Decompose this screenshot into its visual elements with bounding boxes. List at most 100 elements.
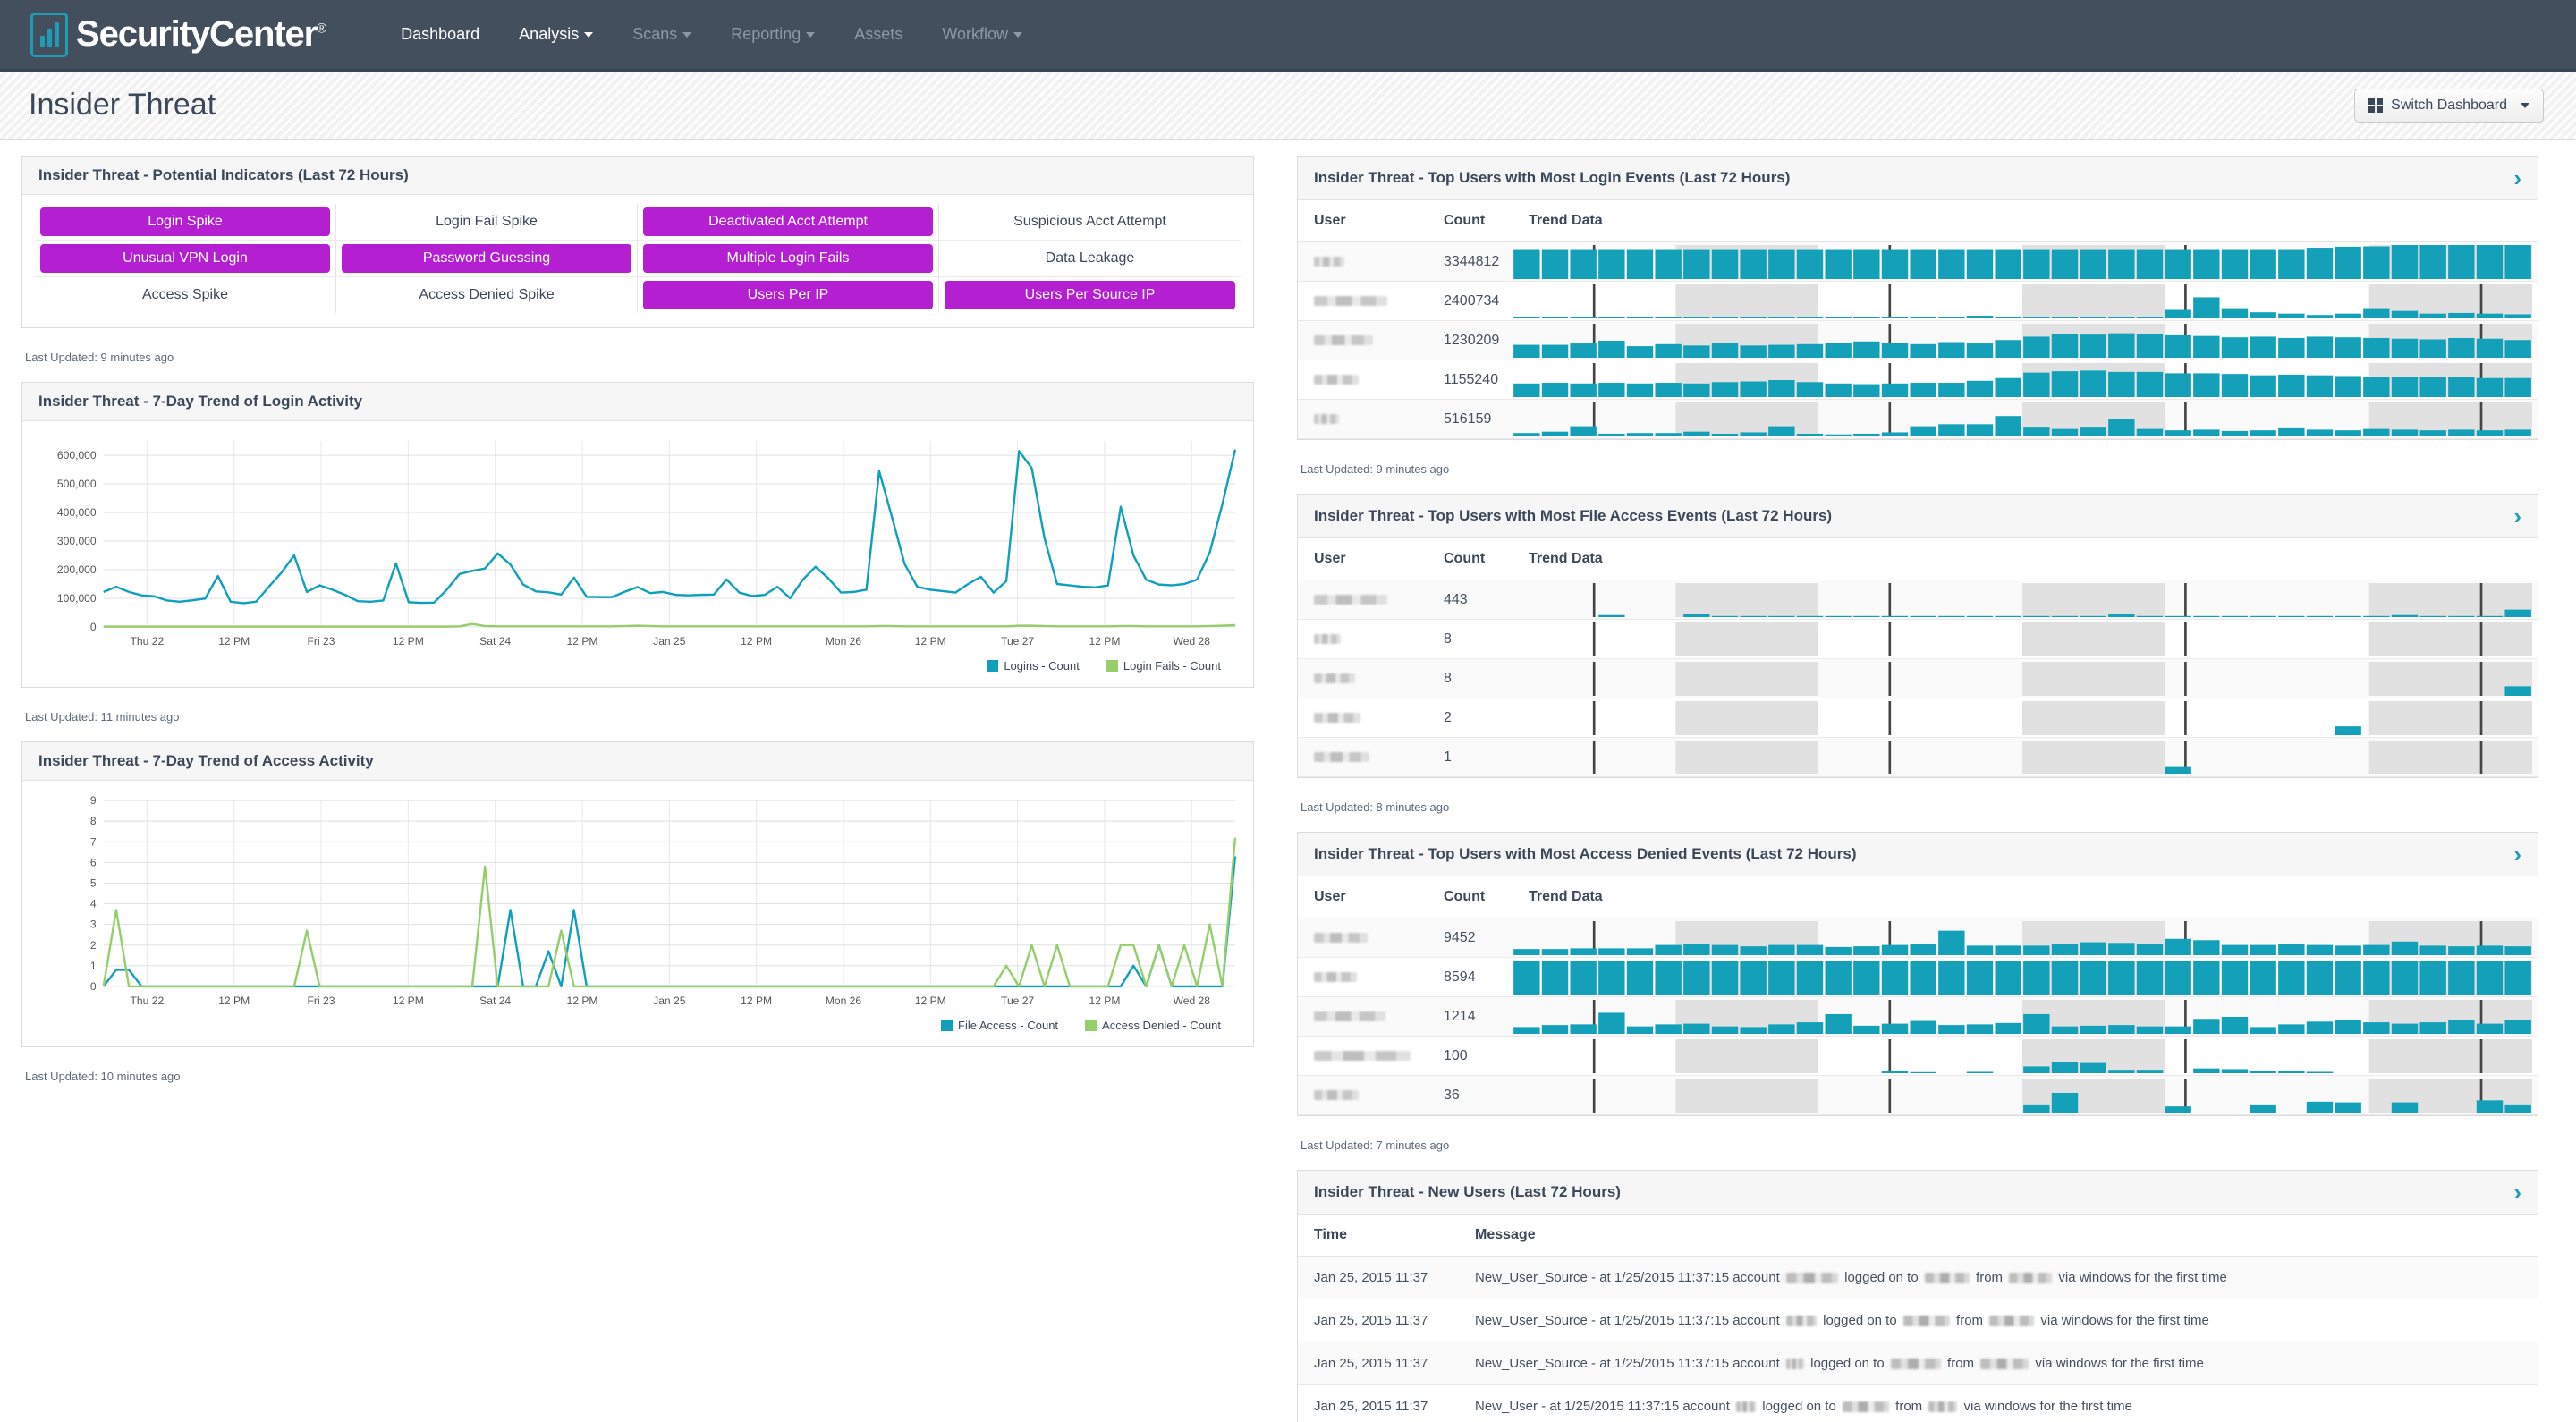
nav-item-scans[interactable]: Scans [613,18,711,51]
time-cell: Jan 25, 2015 11:37 [1298,1256,1459,1299]
svg-text:12 PM: 12 PM [741,635,772,648]
svg-text:8: 8 [90,815,97,827]
svg-text:12 PM: 12 PM [567,995,598,1007]
trend-cell [1513,1075,2538,1115]
top-denied-panel-wrap: Insider Threat - Top Users with Most Acc… [1297,832,2538,1164]
redacted-value [1989,1316,2035,1327]
nav-item-dashboard[interactable]: Dashboard [381,18,499,51]
indicator-login-fail-spike[interactable]: Login Fail Spike [342,207,631,236]
list-item[interactable]: Jan 25, 2015 11:37 New_User_Source - at 1… [1298,1342,2538,1385]
potential-indicators-panel: Insider Threat - Potential Indicators (L… [21,156,1254,328]
table-row[interactable]: 8 [1298,619,2538,659]
redacted-username [1314,1011,1385,1021]
indicator-suspicious-acct-attempt[interactable]: Suspicious Acct Attempt [945,207,1235,236]
indicator-unusual-vpn-login[interactable]: Unusual VPN Login [40,244,330,273]
right-column: Insider Threat - Top Users with Most Log… [1297,156,2538,1422]
nav-item-assets[interactable]: Assets [835,18,922,51]
indicator-cell: Access Spike [35,277,336,313]
table-row[interactable]: 1230209 [1298,320,2538,360]
login-trend-legend: Logins - Count Login Fails - Count [33,657,1242,681]
count-cell: 3344812 [1428,241,1513,282]
column-header-count: Count [1428,538,1513,580]
logo-tm: ® [317,21,326,37]
trend-sparkline [1592,700,2532,735]
switch-dashboard-button[interactable]: Switch Dashboard [2354,88,2544,123]
top-users-file-panel: Insider Threat - Top Users with Most Fil… [1297,494,2538,778]
table-row[interactable]: 2400734 [1298,281,2538,321]
table-row[interactable]: 8594 [1298,957,2538,997]
count-cell: 2 [1428,698,1513,738]
trend-cell [1513,957,2538,997]
chevron-right-icon[interactable]: › [2513,504,2521,528]
legend-label: Access Denied - Count [1102,1019,1221,1033]
list-item[interactable]: Jan 25, 2015 11:37 New_User - at 1/25/201… [1298,1384,2538,1422]
svg-text:200,000: 200,000 [57,563,97,576]
table-row[interactable]: 1 [1298,737,2538,777]
page-title: Insider Threat [29,88,216,122]
svg-text:300,000: 300,000 [57,535,97,547]
indicator-login-spike[interactable]: Login Spike [40,207,330,236]
table-row[interactable]: 1155240 [1298,360,2538,400]
svg-text:12 PM: 12 PM [1089,635,1120,648]
new-users-panel-wrap: Insider Threat - New Users (Last 72 Hour… [1297,1170,2538,1422]
indicator-access-spike[interactable]: Access Spike [40,281,330,309]
table-header-row: User Count Trend Data [1298,538,2538,580]
trend-cell [1513,580,2538,620]
trend-sparkline [1592,661,2532,696]
list-item[interactable]: Jan 25, 2015 11:37 New_User_Source - at 1… [1298,1256,2538,1299]
time-cell: Jan 25, 2015 11:37 [1298,1342,1459,1385]
indicator-password-guessing[interactable]: Password Guessing [342,244,631,273]
indicators-panel-wrap: Insider Threat - Potential Indicators (L… [21,156,1254,377]
access-trend-chart: 0 1 2 3 4 5 6 7 8 9 Thu 22 12 PM Fri 23 12 PM Sat 24 12… [22,781,1253,1046]
panel-header: Insider Threat - Top Users with Most Acc… [1298,833,2538,876]
table-row[interactable]: 8 [1298,658,2538,698]
svg-text:12 PM: 12 PM [741,995,772,1007]
table-row[interactable]: 2 [1298,698,2538,738]
count-cell: 1 [1428,737,1513,777]
chevron-right-icon[interactable]: › [2513,1181,2521,1204]
indicator-cell: Login Spike [35,204,336,241]
nav-item-reporting[interactable]: Reporting [711,18,835,51]
list-item[interactable]: Jan 25, 2015 11:37 New_User_Source - at 1… [1298,1299,2538,1342]
user-cell [1298,580,1428,620]
chevron-down-icon [1013,32,1022,38]
panel-header: Insider Threat - Top Users with Most Log… [1298,157,2538,200]
login-trend-last-updated: Last Updated: 11 minutes ago [25,710,180,724]
table-row[interactable]: 516159 [1298,399,2538,439]
table-row[interactable]: 443 [1298,580,2538,620]
nav-item-analysis[interactable]: Analysis [499,18,613,51]
panel-header: Insider Threat - New Users (Last 72 Hour… [1298,1171,2538,1215]
redacted-username [1314,932,1368,943]
indicator-data-leakage[interactable]: Data Leakage [945,244,1235,273]
redacted-username [1314,971,1357,982]
indicator-users-per-source-ip[interactable]: Users Per Source IP [945,281,1235,309]
redacted-value [1980,1359,2029,1370]
chevron-down-icon [584,32,594,38]
chevron-right-icon[interactable]: › [2513,166,2521,190]
nav-items: Dashboard Analysis Scans Reporting Asset… [381,18,1042,51]
nav-item-workflow[interactable]: Workflow [922,18,1042,51]
user-cell [1298,1075,1428,1115]
table-row[interactable]: 9452 [1298,918,2538,958]
table-row[interactable]: 3344812 [1298,241,2538,282]
table-row[interactable]: 36 [1298,1075,2538,1115]
redacted-username [1314,594,1387,605]
svg-text:12 PM: 12 PM [393,995,424,1007]
indicator-users-per-ip[interactable]: Users Per IP [643,281,933,309]
table-row[interactable]: 100 [1298,1036,2538,1076]
chevron-right-icon[interactable]: › [2513,842,2521,866]
redacted-username [1314,1050,1411,1061]
indicator-deactivated-acct-attempt[interactable]: Deactivated Acct Attempt [643,207,933,236]
table-row[interactable]: 1214 [1298,996,2538,1037]
indicator-multiple-login-fails[interactable]: Multiple Login Fails [643,244,933,273]
indicator-cell: Multiple Login Fails [638,241,939,277]
indicator-cell: Data Leakage [939,241,1241,277]
nav-label: Workflow [942,25,1008,43]
redacted-username [1314,712,1360,723]
panel-header: Insider Threat - 7-Day Trend of Login Ac… [22,383,1253,421]
user-cell [1298,658,1428,698]
indicator-access-denied-spike[interactable]: Access Denied Spike [342,281,631,309]
login-trend-panel-wrap: Insider Threat - 7-Day Trend of Login Ac… [21,382,1254,736]
svg-text:Thu 22: Thu 22 [131,995,165,1007]
column-header-message: Message [1459,1215,2538,1257]
